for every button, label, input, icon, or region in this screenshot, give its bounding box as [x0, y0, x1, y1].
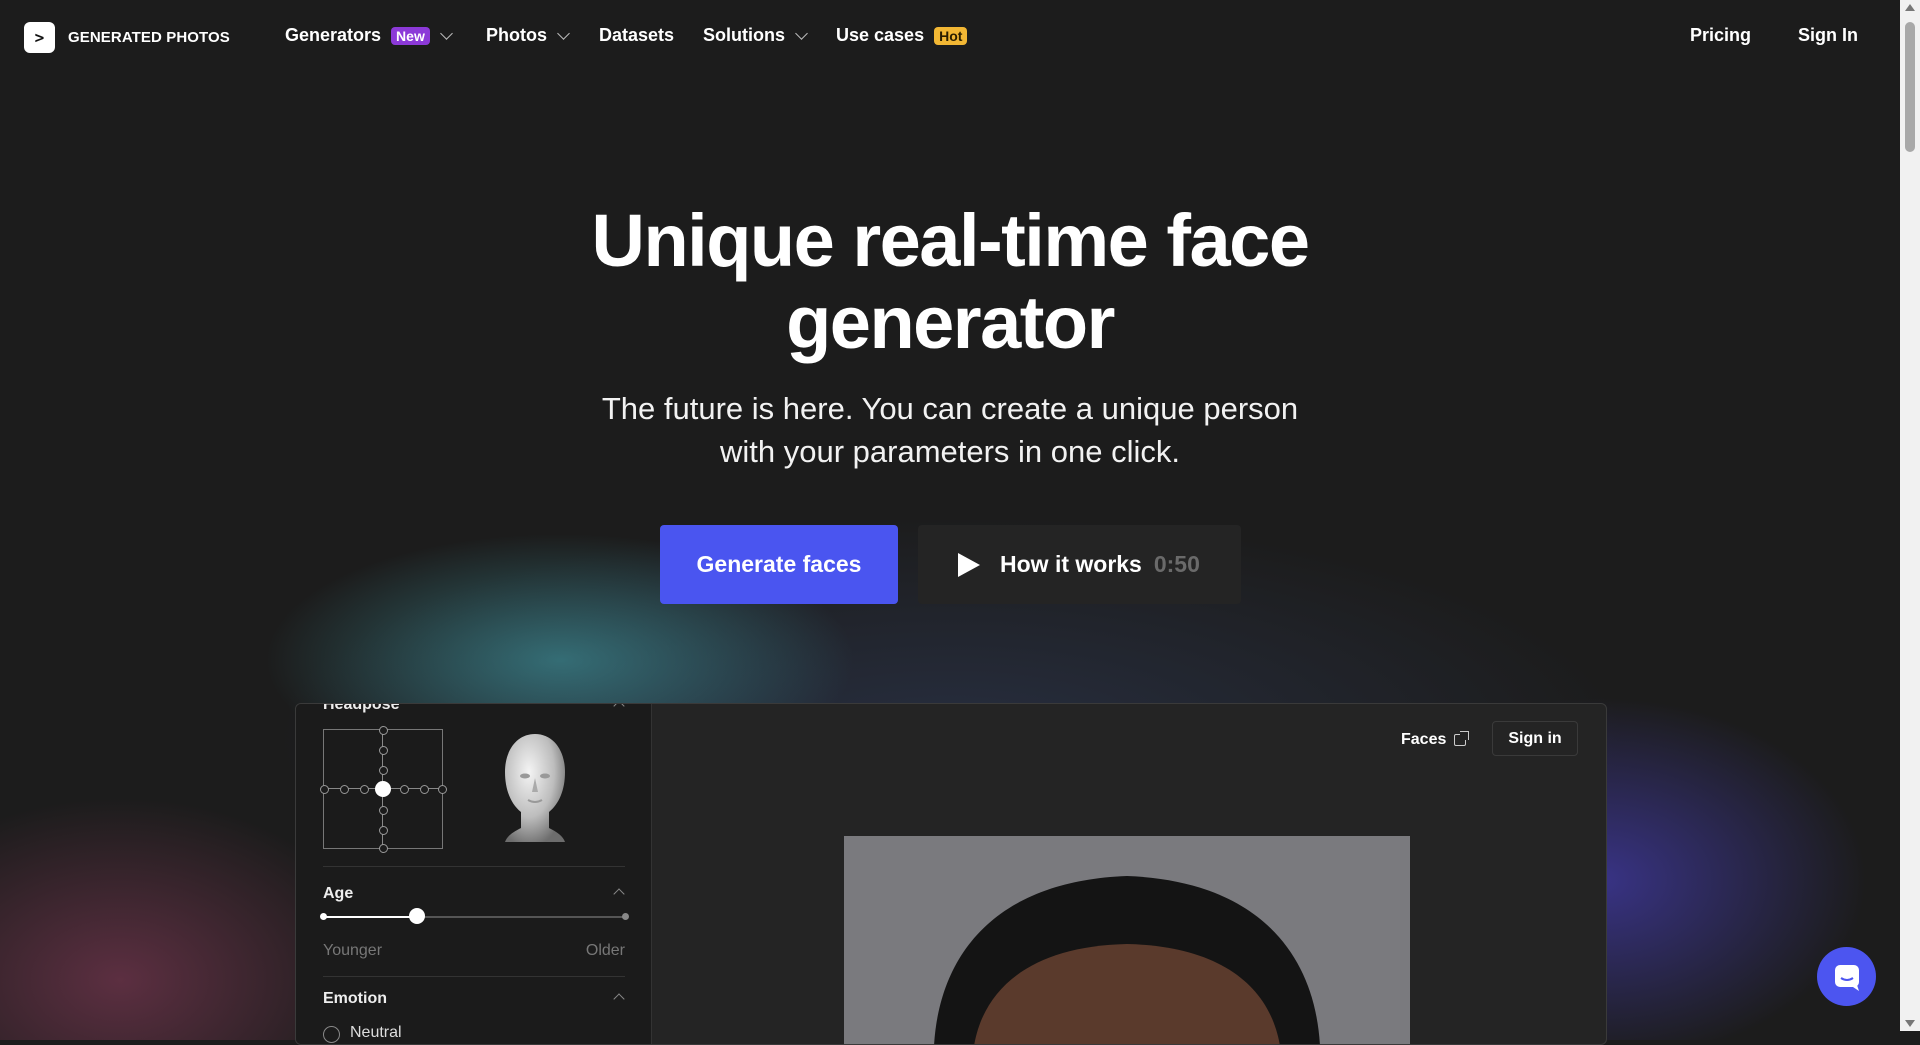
pose-point[interactable] [379, 746, 388, 755]
parameters-sidebar: Headpose Age Younger Older Emotion Neutr… [296, 704, 652, 1044]
sign-in-link[interactable]: Sign In [1798, 25, 1858, 46]
pose-point[interactable] [340, 785, 349, 794]
pose-point[interactable] [379, 844, 388, 853]
brand-name: GENERATED PHOTOS [68, 29, 230, 46]
pose-point[interactable] [400, 785, 409, 794]
generator-app-preview: Headpose Age Younger Older Emotion Neutr… [295, 703, 1607, 1045]
hero-subtitle-line2: with your parameters in one click. [719, 434, 1181, 469]
top-nav: > GENERATED PHOTOS Generators New Photos… [0, 0, 1900, 74]
section-divider [323, 866, 625, 867]
nav-item-label: Use cases [836, 25, 925, 45]
chevron-down-icon [439, 26, 453, 40]
nav-item-generators[interactable]: Generators New [285, 25, 453, 46]
pose-point[interactable] [360, 785, 369, 794]
scrollbar-thumb[interactable] [1905, 22, 1915, 152]
hero-subtitle: The future is here. You can create a uni… [0, 387, 1900, 473]
app-sign-in-button[interactable]: Sign in [1492, 721, 1578, 756]
pose-point[interactable] [320, 785, 329, 794]
age-slider-fill [323, 916, 417, 918]
slider-min-dot [320, 913, 327, 920]
chevron-up-icon[interactable] [613, 993, 625, 1005]
video-duration: 0:50 [1153, 551, 1200, 577]
age-max-label: Older [585, 942, 625, 959]
chevron-down-icon [795, 26, 808, 40]
nav-item-label: Photos [486, 25, 547, 45]
faces-link[interactable]: Faces [1401, 731, 1470, 749]
pose-point[interactable] [379, 826, 388, 835]
nav-item-photos[interactable]: Photos [486, 25, 570, 46]
hot-badge: Hot [934, 26, 968, 45]
hero-title-line1: Unique real-time face [591, 199, 1310, 282]
how-it-works-button[interactable]: How it works 0:50 [918, 525, 1241, 604]
age-slider-knob[interactable] [408, 908, 425, 924]
pose-point[interactable] [438, 785, 447, 794]
scrollbar[interactable] [1900, 0, 1920, 1031]
generate-faces-button[interactable]: Generate faces [660, 525, 898, 604]
pose-point[interactable] [379, 726, 388, 735]
chevron-down-icon [557, 26, 570, 40]
hero-subtitle-line1: The future is here. You can create a uni… [601, 391, 1299, 426]
emotion-label: Emotion [323, 990, 387, 1007]
pose-point[interactable] [420, 785, 429, 794]
slider-max-dot [622, 913, 629, 920]
head-model-icon [505, 734, 565, 842]
section-divider [323, 976, 625, 977]
logo-icon: > [24, 22, 55, 53]
chevron-up-icon[interactable] [613, 704, 625, 712]
nav-item-use-cases[interactable]: Use cases Hot [836, 25, 968, 46]
pose-point[interactable] [379, 806, 388, 815]
pricing-link[interactable]: Pricing [1690, 25, 1751, 46]
generated-face-photo [844, 836, 1410, 1044]
play-icon [958, 552, 980, 577]
pose-point[interactable] [379, 766, 388, 775]
chat-icon [1834, 964, 1859, 991]
nav-item-label: Generators [285, 25, 382, 45]
how-it-works-label: How it works [1000, 551, 1142, 577]
nav-item-label: Solutions [703, 25, 785, 45]
age-label: Age [323, 885, 354, 902]
faces-link-label: Faces [1401, 731, 1447, 748]
chat-button[interactable] [1817, 947, 1876, 1006]
emotion-radio[interactable] [323, 1026, 340, 1043]
new-badge: New [391, 26, 430, 45]
emotion-option-label: Neutral [350, 1024, 402, 1041]
headpose-label: Headpose [323, 703, 400, 713]
age-min-label: Younger [323, 942, 383, 959]
external-link-icon [1454, 731, 1470, 746]
scroll-down-icon[interactable] [1905, 1020, 1915, 1027]
face-illustration [934, 876, 1320, 1044]
hero-title: Unique real-time face generator [0, 200, 1900, 364]
chevron-up-icon[interactable] [613, 888, 625, 900]
headpose-handle[interactable] [375, 781, 391, 797]
headpose-grid[interactable] [320, 726, 447, 853]
logo[interactable]: > GENERATED PHOTOS [24, 22, 230, 53]
nav-item-datasets[interactable]: Datasets [599, 25, 674, 46]
nav-item-label: Datasets [599, 25, 675, 45]
nav-item-solutions[interactable]: Solutions [703, 25, 808, 46]
hero-title-line2: generator [786, 281, 1115, 364]
scroll-up-icon[interactable] [1905, 4, 1915, 11]
